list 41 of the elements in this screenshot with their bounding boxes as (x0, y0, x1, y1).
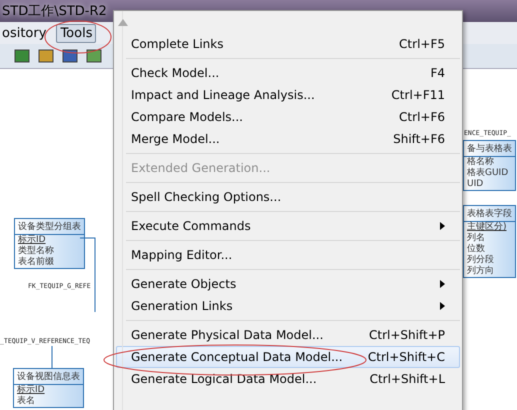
menu-item[interactable]: Check Model... F4 (116, 62, 460, 84)
entity-column: UID (464, 179, 515, 190)
menu-item[interactable]: Complete Links Ctrl+F5 (116, 33, 460, 55)
menu-item[interactable]: Generate Objects (116, 273, 460, 295)
menu-item[interactable]: Impact and Lineage Analysis... Ctrl+F11 (116, 84, 460, 106)
toolbar-icon[interactable] (38, 48, 54, 64)
entity-title: 表格表字段 (464, 206, 515, 222)
menu-item[interactable]: Spell Checking Options... (116, 186, 460, 208)
entity-column: 格名称 (464, 157, 515, 168)
entity-column: 主键区分) (464, 222, 515, 233)
toolbar-icon[interactable] (14, 48, 30, 64)
entity-column: 列名 (464, 233, 515, 244)
menu-item[interactable]: Merge Model... Shift+F6 (116, 128, 460, 150)
entity-column: 列分段 (464, 255, 515, 266)
submenu-arrow-icon (440, 280, 445, 288)
menu-item[interactable]: Execute Commands (116, 215, 460, 237)
menu-item[interactable]: Generate Physical Data Model... Ctrl+Shift+P (116, 324, 460, 346)
toolbar-icon[interactable] (86, 48, 102, 64)
highlight-ellipse (44, 20, 112, 54)
entity-column: 列方向 (464, 266, 515, 277)
entity-column: 表名前缀 (15, 257, 84, 268)
entity-column: 类型名称 (15, 246, 84, 257)
entity-title: 设备类型分组表 (15, 219, 84, 235)
entity-title: 设备视图信息表 (14, 369, 83, 385)
menu-bar-item[interactable]: ository (0, 24, 50, 42)
window-title: STD工作\STD-R2 (2, 3, 107, 20)
submenu-arrow-icon (440, 302, 445, 310)
menu-item[interactable]: Generation Links (116, 295, 460, 317)
entity-column: 标示ID (14, 385, 83, 396)
submenu-arrow-icon (440, 222, 445, 230)
entity-column: 表名 (14, 396, 83, 407)
entity-column: 位数 (464, 244, 515, 255)
menu-item[interactable]: Generate Conceptual Data Model... Ctrl+Shift+C (116, 346, 460, 368)
menu-item[interactable]: Compare Models... Ctrl+F6 (116, 106, 460, 128)
menu-item[interactable]: Mapping Editor... (116, 244, 460, 266)
entity-title: 备与表格表 (464, 141, 515, 157)
toolbar-icon[interactable] (62, 48, 78, 64)
menu-bar-item[interactable]: Tools (56, 24, 96, 42)
entity-column: 格表GUID (464, 168, 515, 179)
entity-column: 标示ID (15, 235, 84, 246)
caret-icon (118, 19, 128, 26)
